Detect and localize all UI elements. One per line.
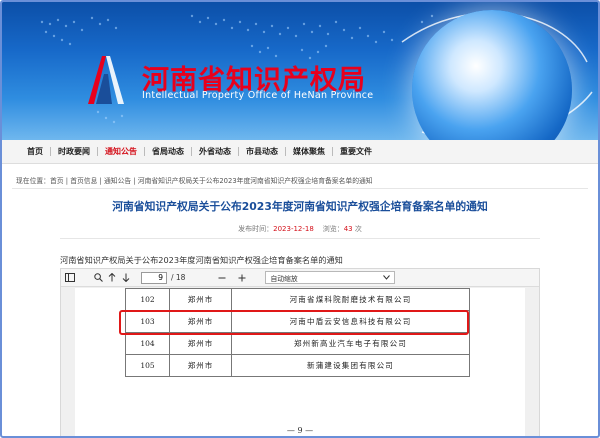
nav-item-other-provinces[interactable]: 外省动态 bbox=[192, 146, 238, 157]
highlight-box bbox=[119, 310, 469, 335]
row-number: 105 bbox=[125, 354, 170, 377]
table-row: 104 郑州市 郑州新高业汽车电子有限公司 bbox=[125, 332, 470, 355]
page-footer-number: — 9 — bbox=[286, 426, 314, 435]
pdf-page: 102 郑州市 河南省煤科院耐磨技术有限公司 103 郑州市 河南中盾云安信息科… bbox=[75, 288, 525, 436]
site-title-english: Intellectual Property Office of HeNan Pr… bbox=[142, 90, 374, 101]
row-number: 102 bbox=[125, 288, 170, 311]
nav-item-bureau-news[interactable]: 省局动态 bbox=[145, 146, 191, 157]
row-company: 郑州新高业汽车电子有限公司 bbox=[231, 332, 470, 355]
pdf-toolbar: 9 / 18 自动缩放 bbox=[61, 269, 539, 287]
nav-item-city-news[interactable]: 市县动态 bbox=[239, 146, 285, 157]
table-row: 102 郑州市 河南省煤科院耐磨技术有限公司 bbox=[125, 288, 470, 311]
views-label: 浏览： bbox=[322, 225, 344, 233]
document-caption: 河南省知识产权局关于公布2023年度河南省知识产权强企培育备案名单的通知 bbox=[60, 255, 343, 265]
pdf-viewer: 9 / 18 自动缩放 102 郑州市 河南省煤科院耐磨技术有限公司 103 郑… bbox=[60, 268, 540, 436]
page-total: / 18 bbox=[171, 273, 186, 282]
nav-item-news[interactable]: 时政要闻 bbox=[51, 146, 97, 157]
row-city: 郑州市 bbox=[169, 354, 232, 377]
publish-date: 2023-12-18 bbox=[273, 225, 314, 233]
office-logo-icon bbox=[88, 56, 124, 104]
chevron-down-icon bbox=[383, 274, 391, 282]
row-number: 104 bbox=[125, 332, 170, 355]
nav-item-media[interactable]: 媒体聚焦 bbox=[286, 146, 332, 157]
zoom-in-icon[interactable] bbox=[235, 271, 249, 285]
zoom-select[interactable]: 自动缩放 bbox=[265, 271, 396, 284]
sidebar-toggle-icon[interactable] bbox=[63, 271, 77, 285]
views-unit: 次 bbox=[354, 225, 362, 233]
article-title: 河南省知识产权局关于公布2023年度河南省知识产权强企培育备案名单的通知 bbox=[112, 200, 488, 213]
article-meta: 发布时间：2023-12-18 浏览：43 次 bbox=[2, 224, 598, 234]
site-banner: 河南省知识产权局 Intellectual Property Office of… bbox=[2, 2, 598, 140]
row-company: 新蒲建设集团有限公司 bbox=[231, 354, 470, 377]
main-nav: 首页 时政要闻 通知公告 省局动态 外省动态 市县动态 媒体聚焦 重要文件 bbox=[2, 140, 598, 164]
row-city: 郑州市 bbox=[169, 288, 232, 311]
view-count: 43 bbox=[343, 225, 353, 233]
previous-page-icon[interactable] bbox=[105, 271, 119, 285]
breadcrumb[interactable]: 现在位置：首页 | 首页信息 | 通知公告 | 河南省知识产权局关于公布2023… bbox=[16, 175, 373, 185]
zoom-out-icon[interactable] bbox=[215, 271, 229, 285]
divider bbox=[12, 188, 588, 189]
nav-item-notices[interactable]: 通知公告 bbox=[98, 146, 144, 157]
nav-item-documents[interactable]: 重要文件 bbox=[333, 146, 379, 157]
page-number-input[interactable]: 9 bbox=[141, 271, 167, 284]
next-page-icon[interactable] bbox=[119, 271, 133, 285]
browser-frame: 河南省知识产权局 Intellectual Property Office of… bbox=[0, 0, 600, 438]
divider bbox=[60, 238, 540, 239]
table-row: 105 郑州市 新蒲建设集团有限公司 bbox=[125, 354, 470, 377]
search-icon[interactable] bbox=[91, 271, 105, 285]
nav-item-home[interactable]: 首页 bbox=[20, 146, 50, 157]
zoom-select-value: 自动缩放 bbox=[270, 274, 298, 283]
row-city: 郑州市 bbox=[169, 332, 232, 355]
date-label: 发布时间： bbox=[238, 225, 274, 233]
row-company: 河南省煤科院耐磨技术有限公司 bbox=[231, 288, 470, 311]
